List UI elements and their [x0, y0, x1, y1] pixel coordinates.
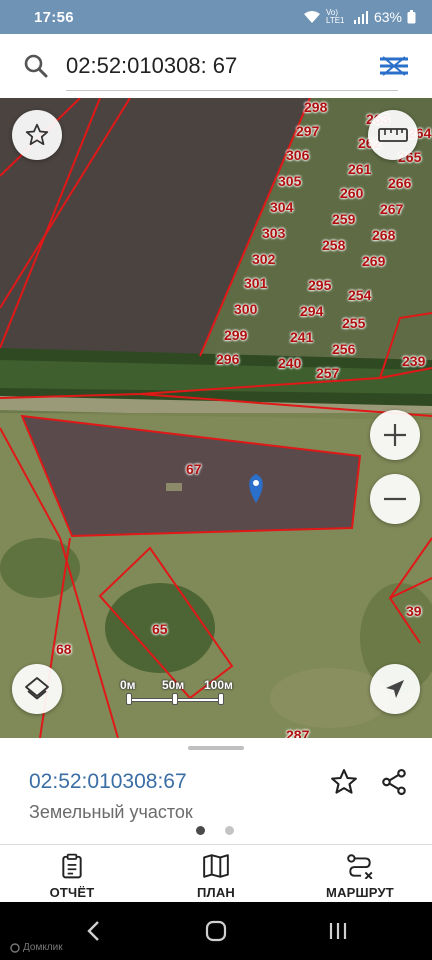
parcel-label[interactable]: 255	[342, 315, 365, 331]
plan-button[interactable]: ПЛАН	[144, 845, 288, 902]
parcel-label[interactable]: 39	[406, 603, 422, 619]
parcel-label[interactable]: 295	[308, 277, 331, 293]
bottom-toolbar: ОТЧЁТ ПЛАН МАРШРУТ	[0, 844, 432, 902]
parcel-type: Земельный участок	[29, 802, 193, 822]
parcel-cadastral-number: 02:52:010308:67	[29, 770, 187, 793]
wifi-icon	[303, 11, 320, 23]
share-icon	[382, 768, 406, 796]
parcel-label[interactable]: 65	[152, 621, 168, 637]
plan-label: ПЛАН	[196, 885, 236, 900]
plus-icon	[384, 424, 406, 446]
parcel-label[interactable]: 296	[216, 351, 239, 367]
map-scale: 0м 50м 100м	[120, 678, 233, 712]
favorite-button[interactable]	[324, 762, 364, 802]
minus-icon	[384, 497, 406, 501]
status-bar: 17:56 Vo) LTE1 63%	[0, 0, 432, 34]
back-button[interactable]	[74, 916, 114, 946]
recent-apps-button[interactable]	[318, 916, 358, 946]
map-filter-icon[interactable]	[376, 48, 412, 84]
route-label: МАРШРУТ	[326, 885, 394, 900]
zoom-in-button[interactable]	[370, 410, 420, 460]
ruler-icon	[378, 128, 408, 142]
battery-percent: 63%	[373, 9, 402, 25]
parcel-label[interactable]: 259	[332, 211, 355, 227]
star-icon	[331, 769, 357, 794]
sheet-drag-handle[interactable]	[188, 746, 244, 750]
search-box	[6, 38, 426, 94]
my-location-button[interactable]	[370, 664, 420, 714]
parcel-label[interactable]: 303	[262, 225, 285, 241]
parcel-label[interactable]: 297	[296, 123, 319, 139]
screen: 17:56 Vo) LTE1 63% 02:52:010308: 67 298 …	[0, 0, 432, 960]
route-button[interactable]: МАРШРУТ	[288, 845, 432, 902]
parcel-label[interactable]: 305	[278, 173, 301, 189]
map-view[interactable]: 298 297 306 305 304 303 302 301 300 299 296 240 257 2…	[0, 98, 432, 738]
search-underline	[66, 90, 398, 91]
parcel-info-sheet[interactable]: 02:52:010308:67 Земельный участок	[0, 738, 432, 844]
signal-icon	[353, 11, 368, 24]
scale-tick	[218, 693, 224, 705]
report-button[interactable]: ОТЧЁТ	[0, 845, 144, 902]
share-button[interactable]	[374, 762, 414, 802]
scale-label-50: 50м	[162, 678, 185, 692]
parcel-label[interactable]: 260	[340, 185, 363, 201]
parcel-label[interactable]: 299	[224, 327, 247, 343]
watermark-text: Домклик	[23, 942, 63, 953]
parcel-label[interactable]: 267	[380, 201, 403, 217]
layers-button[interactable]	[12, 664, 62, 714]
search-header	[0, 34, 432, 98]
zoom-out-button[interactable]	[370, 474, 420, 524]
back-chevron-icon	[87, 921, 99, 941]
parcel-label[interactable]: 254	[348, 287, 371, 303]
page-dot-active	[196, 826, 205, 835]
parcel-label[interactable]: 298	[304, 99, 327, 115]
parcel-label[interactable]: 67	[186, 461, 202, 477]
watermark: Домклик	[10, 942, 63, 953]
favorite-map-button[interactable]	[12, 110, 62, 160]
parcel-label[interactable]: 306	[286, 147, 309, 163]
domclick-logo-icon	[10, 942, 20, 953]
parcel-label[interactable]: 256	[332, 341, 355, 357]
parcel-label[interactable]: 300	[234, 301, 257, 317]
parcel-label[interactable]: 302	[252, 251, 275, 267]
parcel-label[interactable]: 241	[290, 329, 313, 345]
map-icon	[203, 854, 229, 878]
parcel-label[interactable]: 268	[372, 227, 395, 243]
system-navigation-bar: Домклик	[0, 902, 432, 960]
search-icon[interactable]	[6, 38, 66, 94]
status-indicators: Vo) LTE1 63%	[303, 9, 416, 25]
parcel-label[interactable]: 258	[322, 237, 345, 253]
scale-tick	[126, 693, 132, 705]
page-dot	[225, 826, 234, 835]
star-icon	[25, 123, 49, 146]
scale-label-0: 0м	[120, 678, 136, 692]
scale-tick	[172, 693, 178, 705]
layers-icon	[25, 677, 49, 700]
parcel-label[interactable]: 269	[362, 253, 385, 269]
page-indicator	[196, 826, 234, 835]
parcel-label[interactable]: 266	[388, 175, 411, 191]
route-icon	[347, 854, 373, 879]
network-indicator: Vo) LTE1	[325, 8, 345, 25]
home-button[interactable]	[196, 916, 236, 946]
parcel-label[interactable]: 261	[348, 161, 371, 177]
parcel-label[interactable]: 240	[278, 355, 301, 371]
clipboard-icon	[62, 853, 82, 879]
search-input[interactable]	[66, 46, 346, 86]
ruler-button[interactable]	[368, 110, 418, 160]
scale-label-100: 100м	[204, 678, 233, 692]
parcel-label[interactable]: 287	[286, 727, 309, 738]
battery-icon	[407, 10, 416, 24]
parcel-label[interactable]: 304	[270, 199, 293, 215]
parcel-label[interactable]: 68	[56, 641, 72, 657]
parcel-label[interactable]: 239	[402, 353, 425, 369]
status-time: 17:56	[34, 8, 74, 26]
report-label: ОТЧЁТ	[49, 885, 95, 900]
home-icon	[205, 920, 227, 942]
parcel-label[interactable]: 257	[316, 365, 339, 381]
recent-apps-icon	[329, 923, 347, 939]
navigation-arrow-icon	[386, 680, 404, 698]
parcel-label[interactable]: 301	[244, 275, 267, 291]
parcel-label[interactable]: 294	[300, 303, 323, 319]
